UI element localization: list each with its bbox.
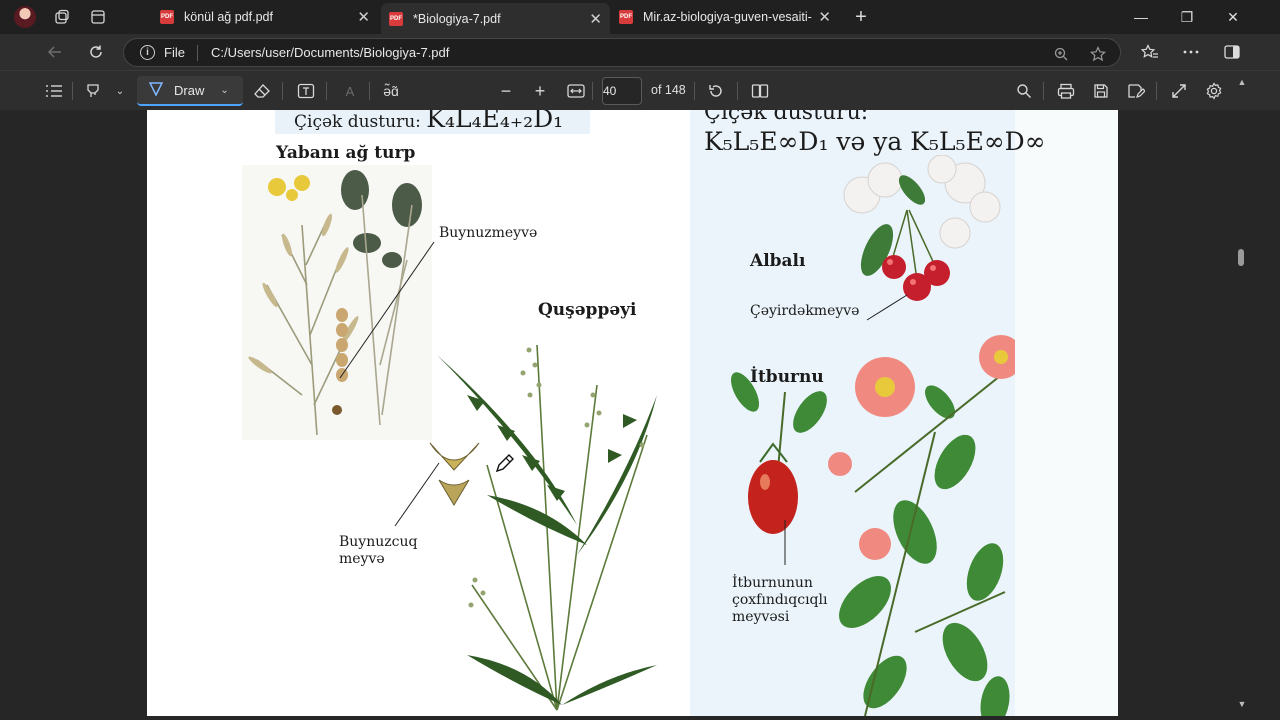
pdf-page: Çiçək dusturu: K₄L₄E₄₊₂D₁ Çiçək dusturu:… [147,110,1118,716]
pen-cursor-icon [495,454,514,473]
rose-hip-illustration [731,335,1015,716]
highlighter-chevron-down-icon[interactable]: ⌄ [108,79,132,103]
more-options-icon[interactable] [1180,42,1202,62]
pdf-toolbar: ⌄ Draw ⌄ A ə̃ɑ̃ − + of 148 [0,70,1280,110]
tab-title: könül ağ pdf.pdf [184,10,273,24]
read-aloud-button[interactable]: ə̃ɑ̃ [379,79,403,103]
workspaces-icon[interactable] [44,0,80,34]
contents-list-icon[interactable] [42,79,66,103]
toolbar-divider [694,82,695,100]
toolbar-divider [1043,82,1044,100]
close-window-button[interactable]: ✕ [1210,0,1256,34]
draw-chevron-down-icon[interactable]: ⌄ [220,85,228,96]
leader-line [866,294,908,321]
toolbar-divider [326,82,327,100]
url-divider [196,44,198,61]
tab-title: *Biologiya-7.pdf [413,11,501,26]
plant-heading-rose-hip: İtburnu [750,367,824,387]
page-number-input[interactable] [602,77,642,105]
search-icon[interactable] [1012,79,1036,103]
tab-konul-pdf[interactable]: PDF könül ağ pdf.pdf ✕ [152,3,378,31]
highlighter-icon[interactable] [82,79,106,103]
plant-heading-cherry: Albalı [750,251,806,271]
profile-avatar[interactable] [14,6,36,28]
draw-pen-icon [148,81,164,99]
page-right-margin [1015,110,1118,716]
toolbar-divider [737,82,738,100]
label-fruit-rose-hip-3: meyvəsi [732,609,790,625]
text-box-icon[interactable] [294,79,318,103]
tab-mir-az-biologiya[interactable]: PDF Mir.az-biologiya-guven-vesaiti-20 ✕ [611,3,839,31]
scroll-up-arrow-icon[interactable]: ▲ [1236,76,1248,88]
gear-icon[interactable] [1202,79,1226,103]
flower-formula-left: Çiçək dusturu: K₄L₄E₄₊₂D₁ [294,110,563,133]
tab-biologiya-7[interactable]: PDF *Biologiya-7.pdf ✕ [381,3,610,34]
page-view-icon[interactable] [748,79,772,103]
favorite-star-icon[interactable] [1089,45,1107,63]
pdf-file-icon: PDF [389,11,403,26]
pdf-file-icon: PDF [160,10,174,24]
zoom-in-button[interactable]: + [528,79,552,103]
scrollbar-thumb[interactable] [1238,249,1244,266]
refresh-button[interactable] [81,38,111,66]
tab-actions-icon[interactable] [80,0,116,34]
cherry-illustration [843,155,1001,301]
vertical-scrollbar[interactable] [1235,70,1249,720]
label-fruit-wild-radish: Buynuzmeyvə [439,225,538,241]
label-fruit-rose-hip-1: İtburnunun [732,575,813,591]
plant-heading-shepherds-purse: Quşəppəyi [538,300,637,320]
toolbar-divider [369,82,370,100]
print-icon[interactable] [1054,79,1078,103]
url-box[interactable]: i File C:/Users/user/Documents/Biologiya… [123,38,1121,67]
new-tab-button[interactable]: + [848,5,874,29]
label-fruit-shepherds-purse-1: Buynuzcuq [339,534,418,550]
scroll-down-arrow-icon[interactable]: ▼ [1236,698,1248,710]
back-button[interactable] [40,38,70,66]
page-total-label: of 148 [651,83,686,97]
rotate-icon[interactable] [704,79,728,103]
save-icon[interactable] [1089,79,1113,103]
expand-icon[interactable] [1167,79,1191,103]
flower-formula-right: K₅L₅E∞D₁ və ya K₅L₅E∞D∞ [704,127,1046,156]
tab-bar: PDF könül ağ pdf.pdf ✕ PDF *Biologiya-7.… [0,0,1280,34]
zoom-icon[interactable] [1052,45,1070,63]
text-spacing-icon: A [345,83,355,99]
leader-line [339,241,435,379]
eraser-icon[interactable] [250,79,274,103]
leader-line [394,462,440,527]
info-icon[interactable]: i [140,45,155,60]
formula-value: K₄L₄E₄₊₂D₁ [426,110,564,133]
leader-line [784,520,786,565]
label-fruit-cherry: Çəyirdəkmeyvə [750,303,860,319]
toolbar-divider [282,82,283,100]
save-as-icon[interactable] [1124,79,1148,103]
file-label: File [164,45,185,60]
formula-prefix: Çiçək dusturu: [294,112,427,132]
url-text[interactable]: C:/Users/user/Documents/Biologiya-7.pdf [211,45,449,60]
fit-to-width-icon[interactable] [564,79,588,103]
toolbar-divider [72,82,73,100]
favorites-icon[interactable] [1139,42,1161,62]
draw-label: Draw [174,82,205,98]
close-tab-icon[interactable]: ✕ [818,8,831,26]
address-bar: i File C:/Users/user/Documents/Biologiya… [0,34,1280,70]
flower-formula-right-label: Çiçək dusturu: [704,110,869,125]
label-fruit-rose-hip-2: çoxfındıqcıqlı [732,592,828,608]
toolbar-divider [592,82,593,100]
plant-heading-wild-radish: Yabanı ağ turp [276,143,416,163]
label-fruit-shepherds-purse-2: meyvə [339,551,385,567]
shepherds-purse-illustration [437,344,657,711]
sidebar-toggle-icon[interactable] [1221,42,1243,62]
toolbar-divider [1156,82,1157,100]
zoom-out-button[interactable]: − [494,79,518,103]
pdf-file-icon: PDF [619,10,633,24]
close-tab-icon[interactable]: ✕ [589,10,602,28]
draw-button[interactable]: Draw ⌄ [137,76,243,106]
minimize-button[interactable]: — [1118,0,1164,34]
restore-button[interactable]: ❐ [1164,0,1210,34]
pdf-viewer[interactable]: Çiçək dusturu: K₄L₄E₄₊₂D₁ Çiçək dusturu:… [0,110,1280,720]
tab-title: Mir.az-biologiya-guven-vesaiti-20 [643,10,813,24]
close-tab-icon[interactable]: ✕ [357,8,370,26]
